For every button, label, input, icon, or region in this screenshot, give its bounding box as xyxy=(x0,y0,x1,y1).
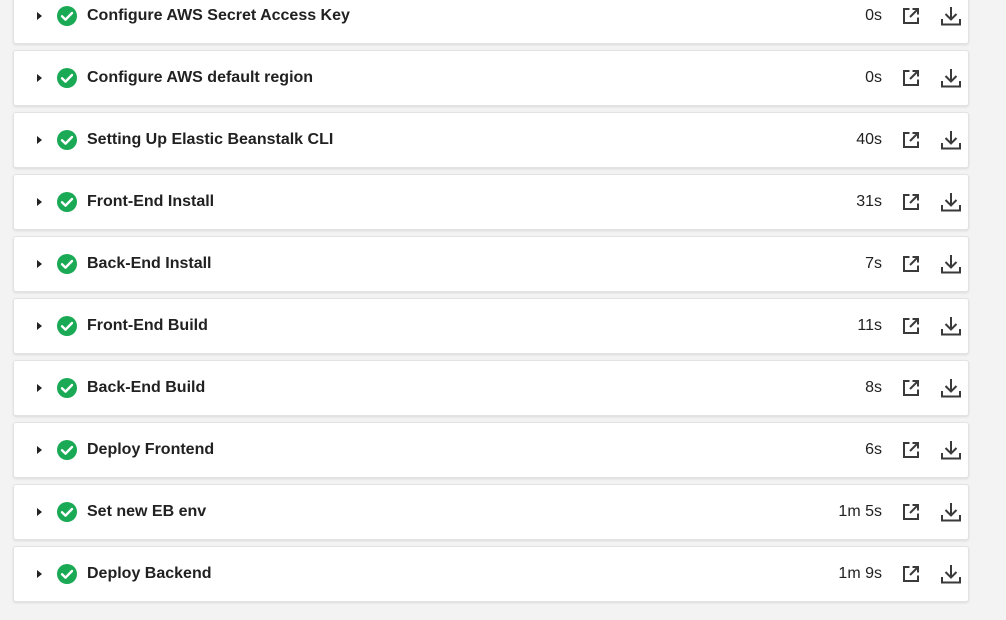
download-icon[interactable] xyxy=(939,66,963,90)
external-link-icon[interactable] xyxy=(899,66,923,90)
step-duration: 1m 9s xyxy=(838,565,882,582)
check-circle-icon xyxy=(56,67,78,89)
external-link-icon[interactable] xyxy=(899,128,923,152)
step-row[interactable]: Setting Up Elastic Beanstalk CLI 40s xyxy=(13,112,969,168)
step-duration: 6s xyxy=(865,441,882,458)
step-row[interactable]: Configure AWS Secret Access Key 0s xyxy=(13,0,969,44)
check-circle-icon xyxy=(56,5,78,27)
step-name: Front-End Install xyxy=(87,193,215,210)
pipeline-step-list: Configure AWS Secret Access Key 0s Confi… xyxy=(13,0,969,608)
step-name: Set new EB env xyxy=(87,503,207,520)
download-icon[interactable] xyxy=(939,438,963,462)
caret-right-icon[interactable] xyxy=(34,445,44,455)
external-link-icon[interactable] xyxy=(899,190,923,214)
step-duration: 8s xyxy=(865,379,882,396)
caret-right-icon[interactable] xyxy=(34,507,44,517)
external-link-icon[interactable] xyxy=(899,562,923,586)
step-name: Deploy Frontend xyxy=(87,441,215,458)
caret-right-icon[interactable] xyxy=(34,259,44,269)
caret-right-icon[interactable] xyxy=(34,73,44,83)
check-circle-icon xyxy=(56,253,78,275)
step-duration: 0s xyxy=(865,69,882,86)
external-link-icon[interactable] xyxy=(899,376,923,400)
step-row[interactable]: Configure AWS default region 0s xyxy=(13,50,969,106)
check-circle-icon xyxy=(56,439,78,461)
external-link-icon[interactable] xyxy=(899,4,923,28)
step-name: Configure AWS Secret Access Key xyxy=(87,7,350,24)
step-duration: 11s xyxy=(857,317,882,334)
download-icon[interactable] xyxy=(939,4,963,28)
step-row[interactable]: Deploy Frontend 6s xyxy=(13,422,969,478)
check-circle-icon xyxy=(56,315,78,337)
download-icon[interactable] xyxy=(939,128,963,152)
step-name: Deploy Backend xyxy=(87,565,212,582)
download-icon[interactable] xyxy=(939,314,963,338)
step-name: Front-End Build xyxy=(87,317,208,334)
step-duration: 40s xyxy=(856,131,882,148)
caret-right-icon[interactable] xyxy=(34,135,44,145)
step-name: Back-End Build xyxy=(87,379,206,396)
download-icon[interactable] xyxy=(939,252,963,276)
step-duration: 31s xyxy=(856,193,882,210)
caret-right-icon[interactable] xyxy=(34,383,44,393)
step-row[interactable]: Back-End Build 8s xyxy=(13,360,969,416)
step-row[interactable]: Set new EB env 1m 5s xyxy=(13,484,969,540)
step-name: Back-End Install xyxy=(87,255,212,272)
check-circle-icon xyxy=(56,191,78,213)
external-link-icon[interactable] xyxy=(899,500,923,524)
step-row[interactable]: Front-End Build 11s xyxy=(13,298,969,354)
step-duration: 0s xyxy=(865,7,882,24)
caret-right-icon[interactable] xyxy=(34,321,44,331)
step-name: Setting Up Elastic Beanstalk CLI xyxy=(87,131,334,148)
external-link-icon[interactable] xyxy=(899,438,923,462)
caret-right-icon[interactable] xyxy=(34,569,44,579)
download-icon[interactable] xyxy=(939,190,963,214)
download-icon[interactable] xyxy=(939,376,963,400)
check-circle-icon xyxy=(56,563,78,585)
step-row[interactable]: Front-End Install 31s xyxy=(13,174,969,230)
caret-right-icon[interactable] xyxy=(34,11,44,21)
step-row[interactable]: Deploy Backend 1m 9s xyxy=(13,546,969,602)
step-row[interactable]: Back-End Install 7s xyxy=(13,236,969,292)
external-link-icon[interactable] xyxy=(899,252,923,276)
download-icon[interactable] xyxy=(939,500,963,524)
step-duration: 7s xyxy=(865,255,882,272)
step-name: Configure AWS default region xyxy=(87,69,314,86)
caret-right-icon[interactable] xyxy=(34,197,44,207)
check-circle-icon xyxy=(56,501,78,523)
download-icon[interactable] xyxy=(939,562,963,586)
check-circle-icon xyxy=(56,129,78,151)
check-circle-icon xyxy=(56,377,78,399)
external-link-icon[interactable] xyxy=(899,314,923,338)
step-duration: 1m 5s xyxy=(838,503,882,520)
